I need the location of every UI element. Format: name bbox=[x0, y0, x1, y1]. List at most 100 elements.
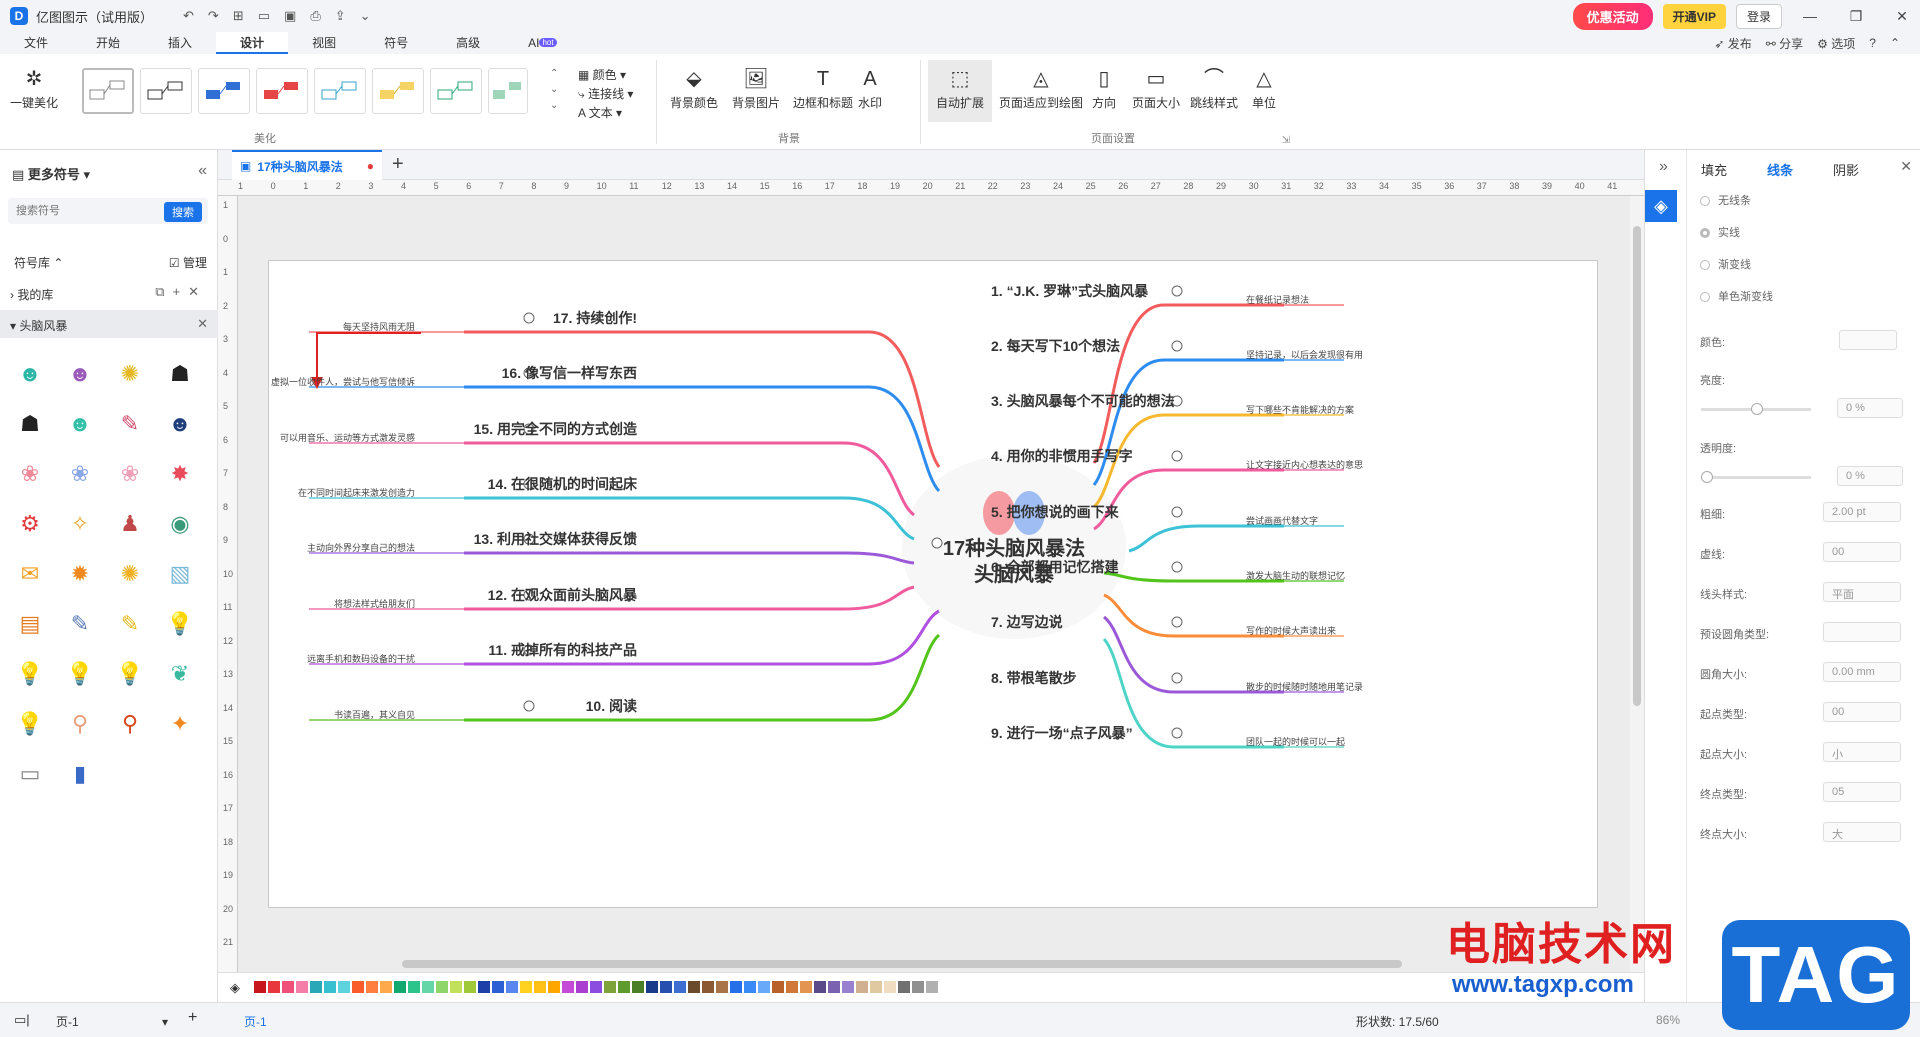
lightbulb-gears-icon[interactable]: 💡 bbox=[62, 656, 98, 692]
collapse-icon[interactable] bbox=[1171, 506, 1183, 518]
burst-icon[interactable]: ✺ bbox=[112, 556, 148, 592]
branch-note[interactable]: 虚拟一位收件人，尝试与他写信倾诉 bbox=[271, 375, 415, 388]
whiteboard-icon[interactable]: ▧ bbox=[162, 556, 198, 592]
palette-swatch[interactable] bbox=[856, 981, 868, 993]
unit-button[interactable]: △ 单位 bbox=[1244, 64, 1284, 111]
branch-title[interactable]: 13. 利用社交媒体获得反馈 bbox=[474, 529, 637, 549]
palette-swatch[interactable] bbox=[926, 981, 938, 993]
promo-button[interactable]: 优惠活动 bbox=[1572, 2, 1653, 30]
vertical-scrollbar[interactable] bbox=[1630, 196, 1644, 972]
palette-swatch[interactable] bbox=[632, 981, 644, 993]
palette-swatch[interactable] bbox=[912, 981, 924, 993]
share-button[interactable]: ⚯ 分享 bbox=[1766, 35, 1803, 52]
auto-expand-button[interactable]: ⬚ 自动扩展 bbox=[928, 60, 992, 122]
palette-swatch[interactable] bbox=[828, 981, 840, 993]
more-symbols-button[interactable]: ▤ 更多符号 ▾ bbox=[12, 164, 90, 183]
palette-swatch[interactable] bbox=[730, 981, 742, 993]
transparency-handle[interactable] bbox=[1701, 471, 1713, 483]
branch-note[interactable]: 散步的时候随时随地用笔记录 bbox=[1246, 680, 1363, 693]
branch-note[interactable]: 坚持记录，以后会发现很有用 bbox=[1246, 348, 1363, 361]
tab-file[interactable]: 文件 bbox=[0, 32, 72, 54]
theme-style-5[interactable] bbox=[314, 68, 366, 114]
close-format-panel-icon[interactable]: ✕ bbox=[1900, 158, 1912, 175]
brainstorm-category[interactable]: ▾ 头脑风暴 ✕ bbox=[0, 310, 218, 338]
collapse-icon[interactable] bbox=[1171, 561, 1183, 573]
matchstick-icon[interactable]: ⚲ bbox=[62, 706, 98, 742]
corner-size-input[interactable]: 0.00 mm bbox=[1823, 662, 1901, 682]
collapse-icon[interactable] bbox=[1171, 616, 1183, 628]
document-tab[interactable]: ▣ 17种头脑风暴法 ● bbox=[232, 150, 382, 180]
magnifier-icon[interactable]: ⚲ bbox=[112, 706, 148, 742]
fill-line-tool-icon[interactable]: ◈ bbox=[1645, 190, 1677, 222]
branch-title[interactable]: 5. 把你想说的画下来 bbox=[991, 502, 1119, 522]
add-tab-icon[interactable]: + bbox=[392, 153, 404, 176]
start-type-select[interactable]: 00 bbox=[1823, 702, 1901, 722]
palette-swatch[interactable] bbox=[716, 981, 728, 993]
my-library-item[interactable]: › 我的库 bbox=[10, 286, 53, 303]
palette-swatch[interactable] bbox=[842, 981, 854, 993]
branch-title[interactable]: 2. 每天写下10个想法 bbox=[991, 336, 1120, 356]
branch-note[interactable]: 将想法样式给朋友们 bbox=[334, 597, 415, 610]
palette-swatch[interactable] bbox=[408, 981, 420, 993]
close-category-icon[interactable]: ✕ bbox=[197, 316, 208, 332]
palette-swatch[interactable] bbox=[352, 981, 364, 993]
theme-style-2[interactable] bbox=[140, 68, 192, 114]
dash-select[interactable]: 00 bbox=[1823, 542, 1901, 562]
end-size-select[interactable]: 大 bbox=[1823, 822, 1901, 842]
palette-swatch[interactable] bbox=[590, 981, 602, 993]
end-type-select[interactable]: 05 bbox=[1823, 782, 1901, 802]
border-title-button[interactable]: T 边框和标题 bbox=[790, 64, 856, 111]
open-folder-icon[interactable]: ▭ bbox=[258, 8, 270, 24]
tab-ai[interactable]: AI hot bbox=[504, 32, 580, 54]
palette-swatch[interactable] bbox=[520, 981, 532, 993]
bg-image-button[interactable]: 🖼 背景图片 bbox=[726, 64, 786, 111]
undo-icon[interactable]: ↶ bbox=[183, 8, 194, 24]
tab-fill[interactable]: 填充 bbox=[1701, 160, 1727, 179]
collapse-icon[interactable] bbox=[1171, 285, 1183, 297]
palette-swatch[interactable] bbox=[310, 981, 322, 993]
restore-icon[interactable]: ❐ bbox=[1838, 8, 1874, 25]
palette-swatch[interactable] bbox=[422, 981, 434, 993]
palette-swatch[interactable] bbox=[268, 981, 280, 993]
brightness-handle[interactable] bbox=[1751, 403, 1763, 415]
branch-note[interactable]: 写下哪些不肯能解决的方案 bbox=[1246, 403, 1354, 416]
branch-note[interactable]: 尝试画画代替文字 bbox=[1246, 514, 1318, 527]
branch-title[interactable]: 17. 持续创作! bbox=[553, 308, 637, 328]
lightbulb-glow-icon[interactable]: 💡 bbox=[12, 656, 48, 692]
palette-swatch[interactable] bbox=[492, 981, 504, 993]
palette-swatch[interactable] bbox=[800, 981, 812, 993]
theme-style-4[interactable] bbox=[256, 68, 308, 114]
horizontal-scrollbar[interactable] bbox=[402, 960, 1402, 968]
branch-title[interactable]: 4. 用你的非惯用手写字 bbox=[991, 446, 1133, 466]
theme-style-1[interactable] bbox=[82, 68, 134, 114]
plant-idea-icon[interactable]: ❦ bbox=[162, 656, 198, 692]
lightbulb-simple-icon[interactable]: 💡 bbox=[112, 656, 148, 692]
branch-note[interactable]: 书读百遍，其义自见 bbox=[334, 708, 415, 721]
branch-note[interactable]: 写作的时候大声读出来 bbox=[1246, 624, 1336, 637]
help-icon[interactable]: ? bbox=[1869, 36, 1876, 50]
head-key-icon[interactable]: ☻ bbox=[62, 406, 98, 442]
current-page-tab[interactable]: 页-1 bbox=[244, 1013, 267, 1030]
print-icon[interactable]: ⎙ bbox=[310, 8, 320, 24]
palette-swatch[interactable] bbox=[674, 981, 686, 993]
head-silhouette-icon[interactable]: ☗ bbox=[162, 356, 198, 392]
palette-swatch[interactable] bbox=[562, 981, 574, 993]
palette-swatch[interactable] bbox=[254, 981, 266, 993]
collapse-icon[interactable] bbox=[1171, 727, 1183, 739]
palette-swatch[interactable] bbox=[772, 981, 784, 993]
branch-note[interactable]: 团队一起的时候可以一起 bbox=[1246, 735, 1345, 748]
palette-swatch[interactable] bbox=[436, 981, 448, 993]
text-menu[interactable]: A 文本 ▾ bbox=[578, 104, 633, 123]
drawing-canvas[interactable]: 17种头脑风暴法 头脑风暴 1. “J.K. 罗琳”式头脑风暴 在餐纸记录想法 2.… bbox=[238, 196, 1630, 972]
palette-swatch[interactable] bbox=[604, 981, 616, 993]
theme-style-7[interactable] bbox=[430, 68, 482, 114]
palette-swatch[interactable] bbox=[338, 981, 350, 993]
branch-note[interactable]: 远离手机和数码设备的干扰 bbox=[307, 652, 415, 665]
one-click-beautify-button[interactable]: ✲ 一键美化 bbox=[4, 64, 64, 111]
branch-note[interactable]: 在餐纸记录想法 bbox=[1246, 293, 1309, 306]
theme-style-6[interactable] bbox=[372, 68, 424, 114]
lightbulb-yellow-icon[interactable]: 💡 bbox=[12, 706, 48, 742]
eye-icon[interactable]: ◉ bbox=[162, 506, 198, 542]
palette-swatch[interactable] bbox=[744, 981, 756, 993]
lightbulb-dark-icon[interactable]: 💡 bbox=[162, 606, 198, 642]
